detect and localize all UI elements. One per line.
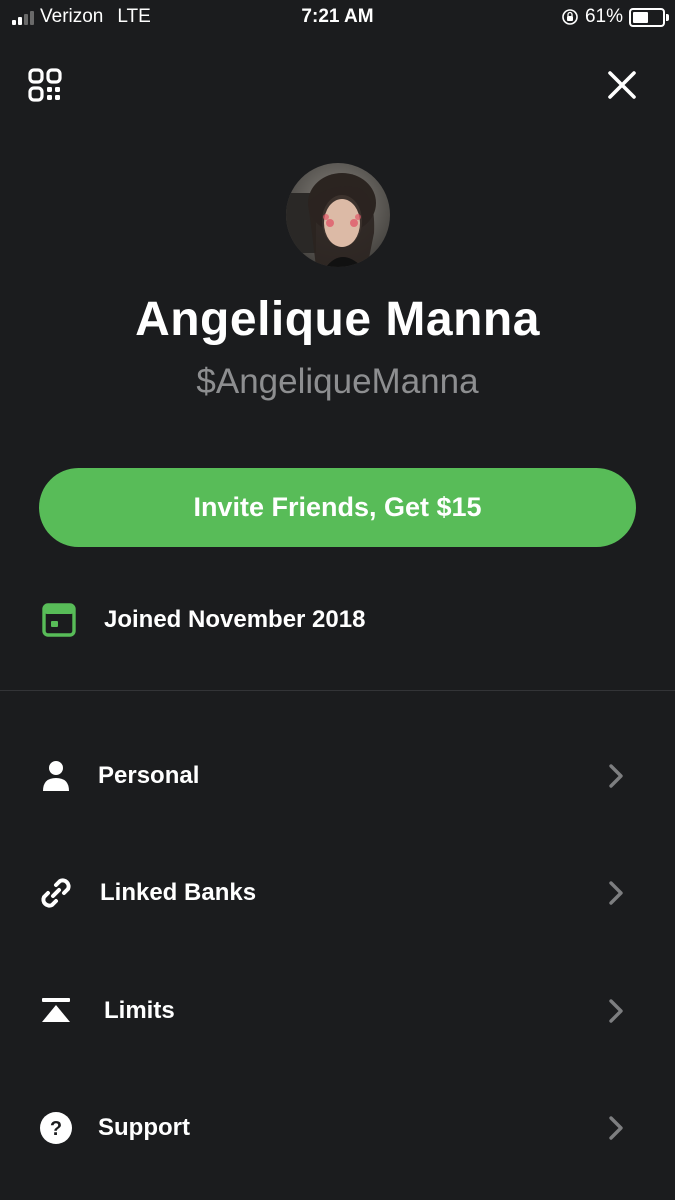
person-icon	[38, 758, 74, 794]
profile-photo	[286, 163, 390, 267]
close-icon	[608, 71, 636, 99]
menu-label: Support	[98, 1114, 190, 1141]
chevron-right-icon	[609, 999, 623, 1023]
link-icon	[38, 875, 74, 911]
chevron-right-icon	[609, 764, 623, 788]
status-right: 61%	[561, 6, 669, 28]
qr-code-button[interactable]	[28, 68, 62, 102]
limits-icon	[38, 993, 74, 1029]
close-button[interactable]	[607, 70, 637, 100]
profile-name: Angelique Manna	[135, 293, 540, 346]
help-icon: ?	[38, 1110, 74, 1146]
qr-code-icon	[28, 68, 62, 102]
profile-cashtag: $AngeliqueManna	[196, 362, 479, 401]
chevron-right-icon	[609, 881, 623, 905]
chevron-right-icon	[609, 1116, 623, 1140]
orientation-lock-icon	[562, 9, 578, 25]
menu-label: Personal	[98, 762, 200, 789]
battery-icon	[629, 7, 669, 27]
battery-percent: 61%	[584, 6, 623, 27]
joined-row: Joined November 2018	[42, 598, 365, 642]
menu-label: Linked Banks	[100, 879, 257, 906]
divider	[0, 690, 675, 691]
calendar-icon	[42, 603, 76, 637]
menu-item-limits[interactable]: Limits	[0, 981, 675, 1041]
svg-text:?: ?	[50, 1118, 62, 1140]
status-bar: Verizon LTE 7:21 AM 61%	[0, 0, 675, 36]
invite-friends-button[interactable]: Invite Friends, Get $15	[39, 468, 636, 547]
avatar[interactable]	[286, 163, 390, 267]
joined-text: Joined November 2018	[104, 606, 366, 633]
menu-label: Limits	[104, 997, 175, 1024]
menu-item-support[interactable]: ? Support	[0, 1098, 675, 1158]
menu-item-personal[interactable]: Personal	[0, 746, 675, 806]
menu-item-linked-banks[interactable]: Linked Banks	[0, 863, 675, 923]
